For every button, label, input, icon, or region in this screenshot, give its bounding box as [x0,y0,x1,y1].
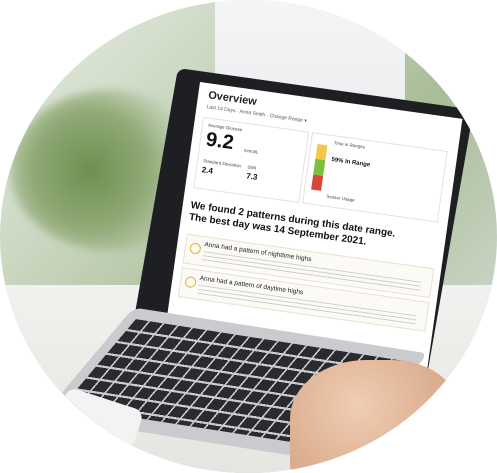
pattern-icon [189,242,202,255]
in-range-value: 59% In Range [330,157,371,169]
range-bar [311,143,328,191]
range-low-segment [311,174,324,191]
gmi-value: 7.3 [245,171,259,182]
photo: Overview Last 14 Days · Anna Smith · Cha… [0,0,497,473]
pattern-icon [184,275,197,289]
sensor-usage-label: Sensor Usage [325,193,355,203]
avg-glucose-unit: mmol/L [243,147,259,155]
range-high-segment [315,143,328,161]
gmi-label: GMI [247,164,257,171]
glucose-card: Average Glucose 9.2 mmol/L Standard Devi… [193,116,310,203]
avg-glucose-value: 9.2 [204,128,236,155]
range-in-segment [313,159,326,176]
hand [290,360,460,473]
time-in-range-card: Time in Ranges 59% In Range Sensor Usage [302,132,448,223]
sd-value: 2.4 [201,165,214,176]
range-label: Time in Ranges [333,140,366,150]
